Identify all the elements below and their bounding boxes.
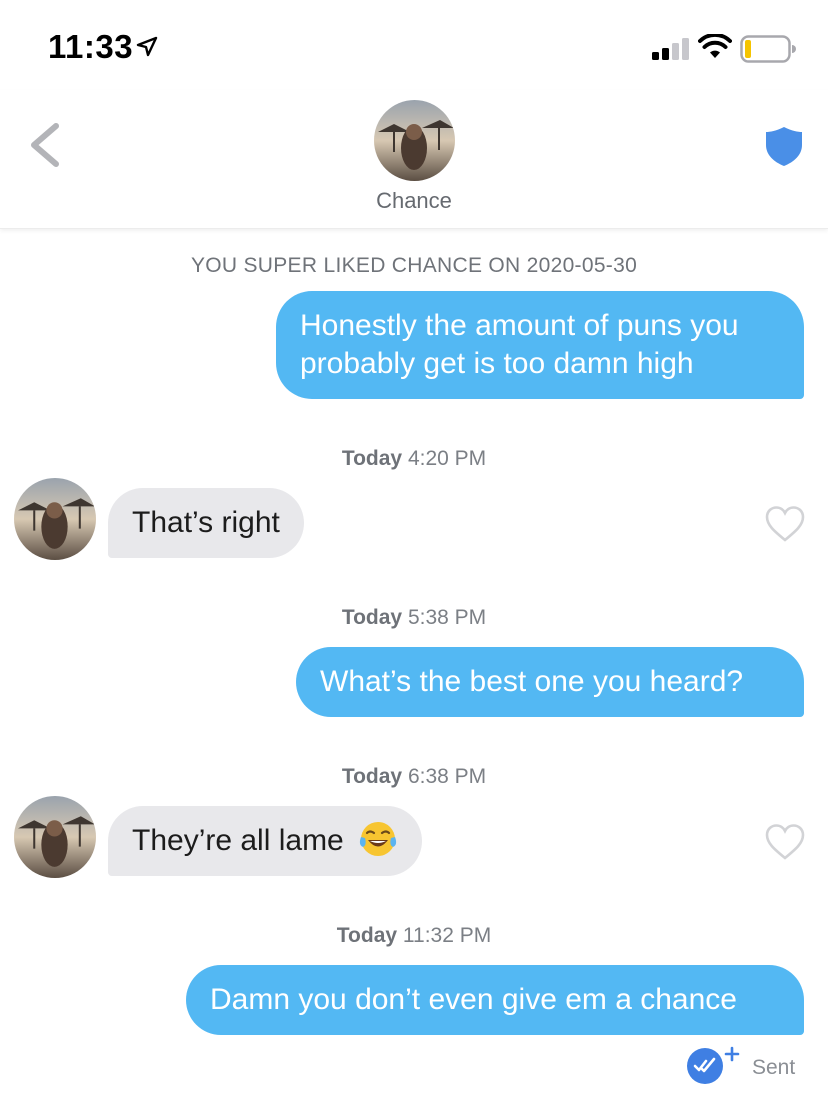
chevron-left-icon[interactable] — [26, 120, 66, 170]
message-text: What’s the best one you heard? — [320, 665, 744, 698]
timestamp-time: 4:20 PM — [407, 447, 487, 470]
timestamp-day: Today — [341, 447, 403, 470]
contact-name[interactable]: Chance — [0, 188, 828, 214]
contact-avatar-small[interactable] — [14, 796, 96, 878]
wifi-icon — [698, 34, 732, 58]
message-bubble-incoming[interactable]: They’re all lame — [108, 806, 423, 876]
timestamp-time: 11:32 PM — [402, 924, 492, 947]
conversation-header: Chance — [0, 90, 828, 229]
message-timestamp: Today 6:38 PM — [0, 765, 828, 789]
message-timestamp: Today 11:32 PM — [0, 924, 828, 948]
message-bubble-outgoing[interactable]: What’s the best one you heard? — [296, 647, 804, 717]
message-text: They’re all lame — [132, 824, 344, 857]
message-bubble-incoming[interactable]: That’s right — [108, 488, 304, 558]
message-bubble-outgoing[interactable]: Honestly the amount of puns you probably… — [276, 291, 804, 399]
timestamp-time: 6:38 PM — [407, 765, 487, 788]
message-text-line: probably get is too damn high — [300, 347, 694, 380]
tears-of-joy-emoji-icon — [359, 822, 397, 857]
contact-avatar-small[interactable] — [14, 478, 96, 560]
status-time: 11:33 — [48, 28, 134, 65]
delivery-status: Sent — [752, 1056, 796, 1079]
timestamp-day: Today — [341, 765, 403, 788]
message-text: Damn you don’t even give em a chance — [210, 983, 737, 1016]
battery-low-icon — [740, 35, 796, 63]
cellular-signal-icon — [652, 38, 689, 60]
message-bubble-outgoing[interactable]: Damn you don’t even give em a chance — [186, 965, 804, 1035]
super-like-notice: YOU SUPER LIKED CHANCE ON 2020-05-30 — [190, 254, 638, 277]
timestamp-day: Today — [341, 606, 403, 629]
message-timestamp: Today 5:38 PM — [0, 606, 828, 630]
contact-avatar[interactable] — [374, 100, 455, 181]
read-receipt-boost-icon[interactable] — [686, 1044, 742, 1086]
heart-icon[interactable] — [764, 823, 806, 861]
shield-icon[interactable] — [764, 125, 804, 167]
message-text: That’s right — [132, 506, 280, 539]
status-bar: 11:33 — [0, 0, 828, 90]
heart-icon[interactable] — [764, 505, 806, 543]
location-arrow-icon — [136, 36, 158, 57]
message-timestamp: Today 4:20 PM — [0, 447, 828, 471]
message-text-line: Honestly the amount of puns you — [300, 309, 739, 342]
timestamp-day: Today — [336, 924, 398, 947]
timestamp-time: 5:38 PM — [407, 606, 487, 629]
